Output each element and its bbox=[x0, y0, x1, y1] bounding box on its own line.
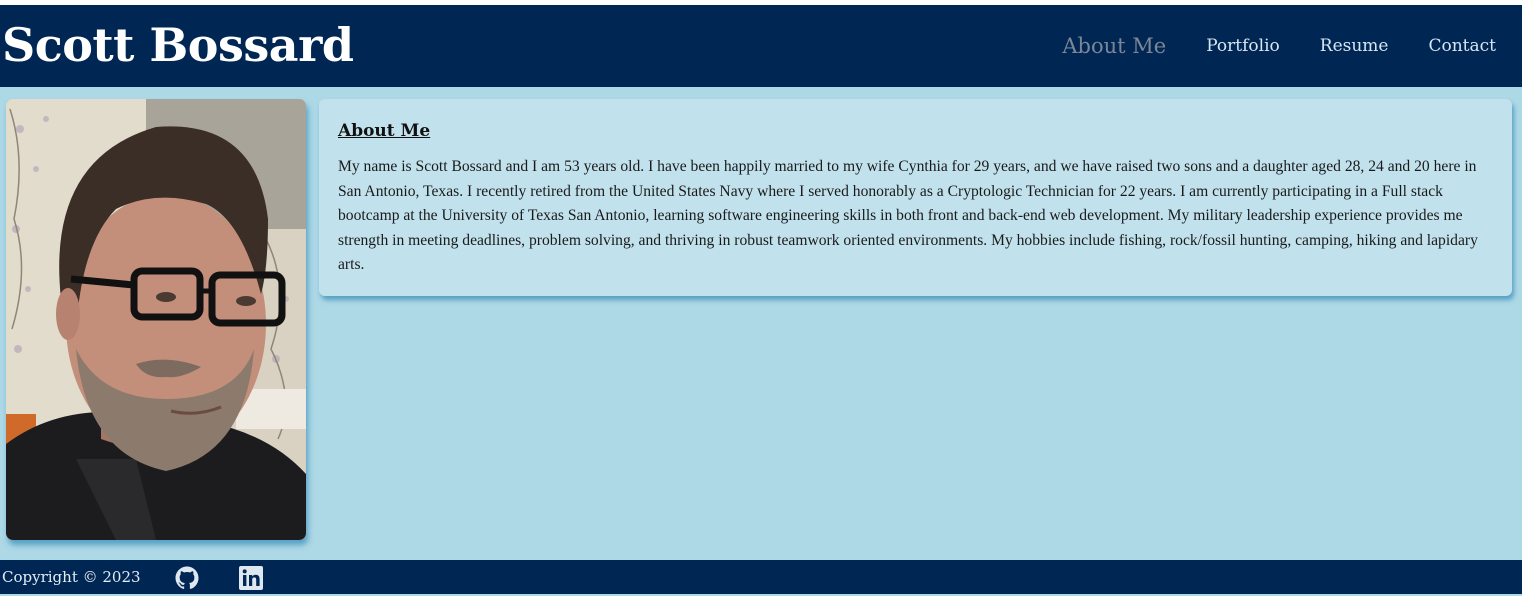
nav-about-me[interactable]: About Me bbox=[1062, 34, 1166, 58]
main-nav: About Me Portfolio Resume Contact bbox=[1022, 5, 1496, 87]
profile-photo bbox=[6, 99, 306, 540]
nav-contact[interactable]: Contact bbox=[1428, 36, 1496, 56]
site-footer: Copyright © 2023 bbox=[0, 560, 1522, 594]
about-body: My name is Scott Bossard and I am 53 yea… bbox=[338, 158, 1478, 273]
site-header: Scott Bossard About Me Portfolio Resume … bbox=[0, 5, 1522, 87]
site-title: Scott Bossard bbox=[2, 18, 354, 72]
about-card: About Me My name is Scott Bossard and I … bbox=[319, 99, 1512, 296]
nav-resume[interactable]: Resume bbox=[1320, 36, 1389, 56]
github-icon[interactable] bbox=[175, 566, 199, 590]
copyright-text: Copyright © 2023 bbox=[2, 568, 141, 586]
linkedin-icon[interactable] bbox=[239, 566, 263, 590]
about-heading: About Me bbox=[338, 121, 431, 141]
nav-portfolio[interactable]: Portfolio bbox=[1206, 36, 1280, 56]
